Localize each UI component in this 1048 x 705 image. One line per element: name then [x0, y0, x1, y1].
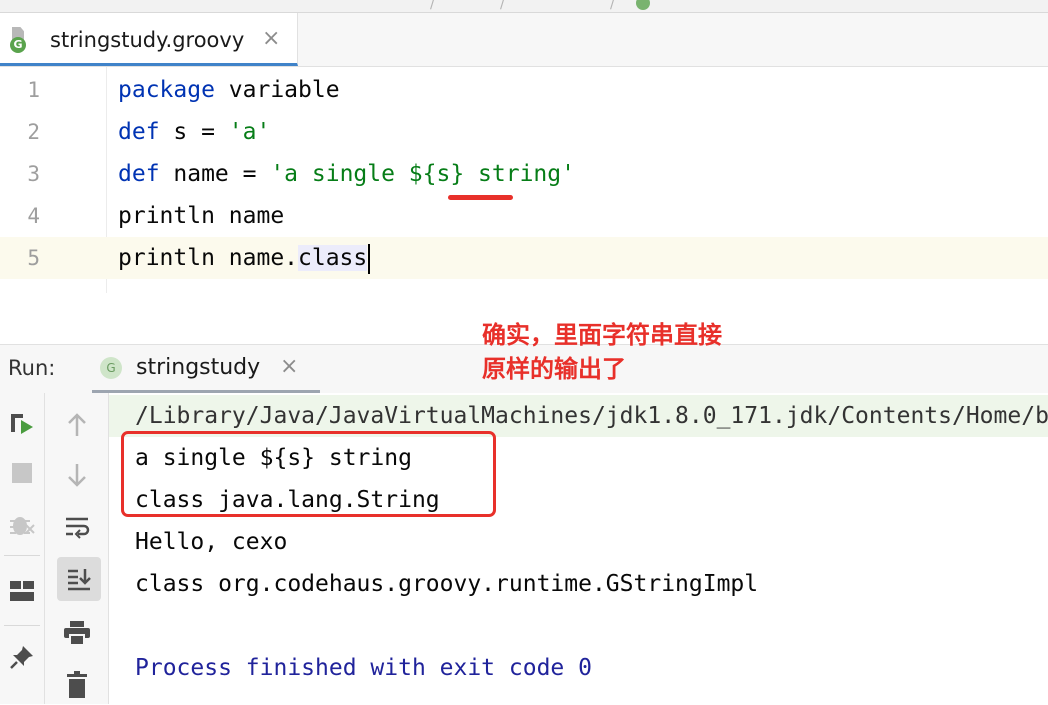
code-token: s =	[159, 119, 229, 145]
annotation-line-2: 原样的输出了	[482, 355, 626, 383]
console-line: class org.codehaus.groovy.runtime.GStrin…	[109, 563, 1048, 605]
code-editor[interactable]: 1 package variable 2 def s = 'a' 3 def name =…	[0, 67, 1048, 293]
toolbar-divider	[4, 625, 40, 626]
code-token: println name	[118, 203, 285, 229]
breadcrumb-separator: /	[430, 0, 435, 12]
up-arrow-icon[interactable]	[57, 405, 97, 445]
layout-icon[interactable]	[2, 571, 42, 611]
run-toolbar-primary	[0, 393, 45, 704]
code-token: def	[118, 119, 160, 145]
close-icon[interactable]: ×	[262, 27, 280, 51]
code-token: 'a'	[228, 119, 271, 145]
code-token: package	[118, 77, 215, 103]
annotation-text: 确实，里面字符串直接 原样的输出了	[482, 318, 782, 386]
scroll-to-end-icon[interactable]	[59, 559, 99, 599]
code-token: def	[118, 161, 160, 187]
code-text: def s = 'a'	[118, 111, 270, 153]
line-number: 1	[27, 78, 40, 102]
code-text: println name	[118, 195, 284, 237]
groovy-run-config-icon: G	[100, 357, 122, 379]
code-text: def name = 'a single ${s} string'	[118, 153, 575, 195]
rerun-icon[interactable]	[2, 405, 42, 445]
console-text: class org.codehaus.groovy.runtime.GStrin…	[135, 571, 759, 597]
console-text: Hello, cexo	[135, 529, 288, 555]
editor-tab-label: stringstudy.groovy	[50, 28, 245, 52]
code-token: variable	[214, 77, 340, 103]
code-line[interactable]: 1 package variable	[0, 69, 1048, 111]
code-line[interactable]: 2 def s = 'a'	[0, 111, 1048, 153]
toolbar-divider	[4, 555, 40, 556]
console-text: Process finished with exit code 0	[135, 655, 592, 681]
line-number: 2	[27, 120, 40, 144]
console-line: Hello, cexo	[109, 521, 1048, 563]
print-icon[interactable]	[57, 613, 97, 653]
line-number: 3	[27, 162, 40, 186]
run-toolbar-secondary	[45, 393, 109, 704]
code-text: package variable	[118, 69, 340, 111]
annotation-underline	[448, 195, 513, 200]
line-number: 4	[27, 204, 40, 228]
code-text: println name.class	[118, 237, 371, 279]
breadcrumb-separator: /	[500, 0, 505, 12]
console-line: Process finished with exit code 0	[109, 647, 1048, 689]
pin-icon[interactable]	[2, 637, 42, 677]
run-tab-label: stringstudy	[136, 355, 261, 380]
code-token: 'a single ${s} string'	[270, 161, 575, 187]
groovy-file-icon: G	[10, 27, 26, 53]
text-caret	[368, 243, 371, 274]
trash-icon[interactable]	[57, 665, 97, 705]
debug-icon[interactable]	[2, 505, 42, 545]
annotation-line-1: 确实，里面字符串直接	[482, 321, 722, 349]
annotation-highlight-box	[121, 431, 496, 517]
run-label: Run:	[8, 356, 56, 380]
run-tab-stringstudy[interactable]: G stringstudy ×	[92, 345, 320, 393]
down-arrow-icon[interactable]	[57, 455, 97, 495]
code-line[interactable]: 5 println name.class	[0, 237, 1048, 279]
code-line[interactable]: 4 println name	[0, 195, 1048, 237]
breadcrumb: / / /	[0, 0, 1048, 13]
code-line[interactable]: 3 def name = 'a single ${s} string'	[0, 153, 1048, 195]
editor-tab-bar: G stringstudy.groovy ×	[0, 13, 1048, 67]
editor-tab-stringstudy[interactable]: G stringstudy.groovy ×	[0, 13, 298, 66]
code-token: class	[298, 245, 368, 271]
groovy-file-icon	[636, 0, 650, 10]
soft-wrap-icon[interactable]	[57, 507, 97, 547]
stop-icon[interactable]	[2, 453, 42, 493]
breadcrumb-separator: /	[610, 0, 615, 12]
code-token: name =	[159, 161, 271, 187]
close-icon[interactable]: ×	[280, 354, 298, 379]
code-token: println name.	[118, 245, 299, 271]
line-number: 5	[27, 246, 40, 270]
